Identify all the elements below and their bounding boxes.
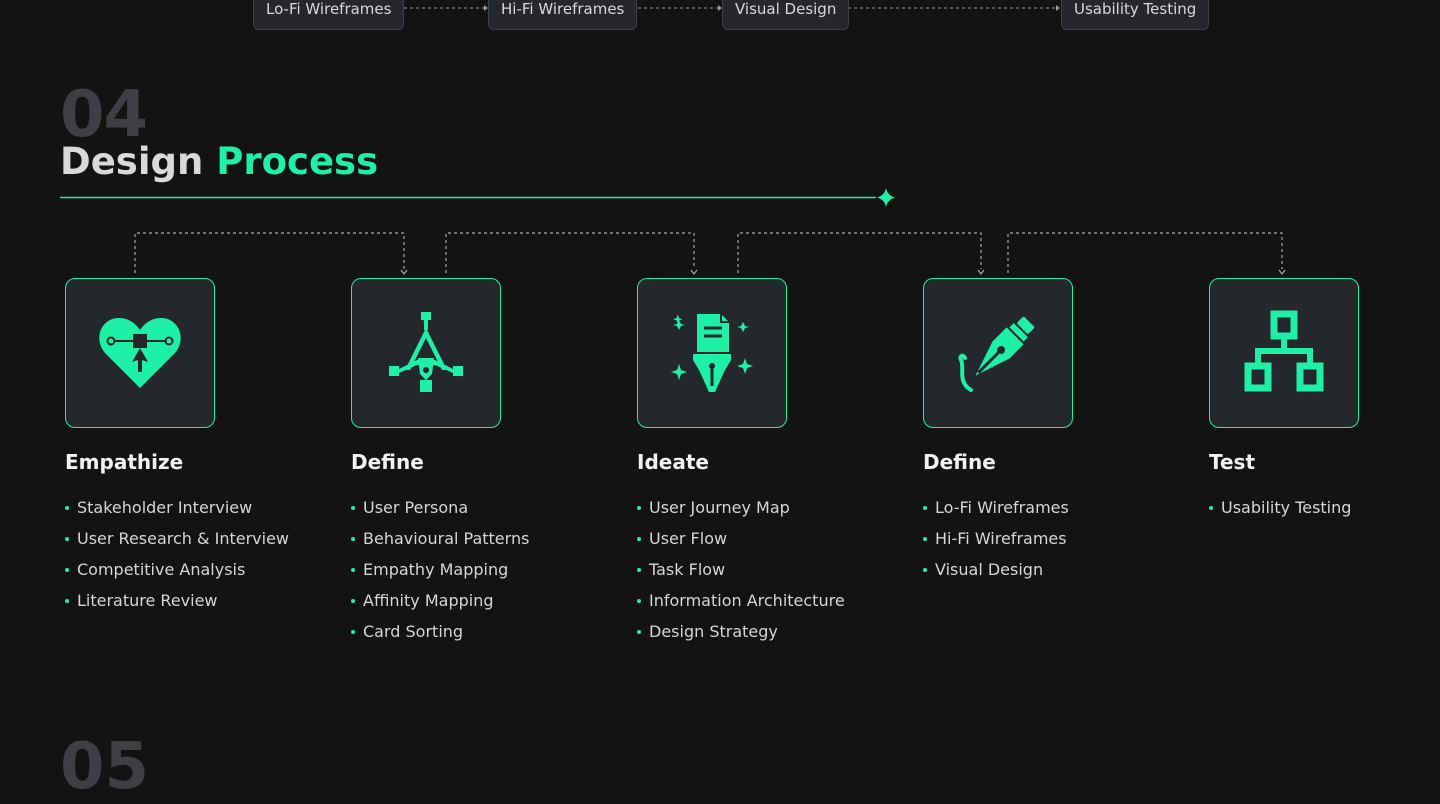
title-underline — [60, 188, 895, 207]
stage-list: Lo-Fi Wireframes Hi-Fi Wireframes Visual… — [923, 492, 1173, 585]
stage-list: User Journey Map User Flow Task Flow Inf… — [637, 492, 887, 647]
stage-title: Ideate — [637, 450, 709, 474]
list-item: Usability Testing — [1209, 492, 1440, 523]
top-flow-arrows — [404, 5, 1060, 11]
pen-tool-compass-icon — [389, 312, 463, 392]
stage-icon-box — [923, 278, 1073, 428]
list-item: User Research & Interview — [65, 523, 315, 554]
chip-visual-design: Visual Design — [722, 0, 850, 30]
stage-list: Usability Testing — [1209, 492, 1440, 523]
heart-vector-icon — [99, 318, 181, 388]
next-section-number: 05 — [60, 730, 150, 804]
list-item: User Journey Map — [637, 492, 887, 523]
chip-usability-testing: Usability Testing — [1061, 0, 1210, 30]
list-item: Card Sorting — [351, 616, 601, 647]
list-item: Behavioural Patterns — [351, 523, 601, 554]
top-flow: Lo-Fi Wireframes Hi-Fi Wireframes Visual… — [0, 0, 1440, 40]
list-item: Literature Review — [65, 585, 315, 616]
list-item: Information Architecture — [637, 585, 887, 616]
stage-define-2: Define Lo-Fi Wireframes Hi-Fi Wireframes… — [923, 278, 1173, 585]
list-item: Affinity Mapping — [351, 585, 601, 616]
stage-title: Define — [351, 450, 424, 474]
list-item: Competitive Analysis — [65, 554, 315, 585]
sitemap-icon — [1244, 310, 1324, 392]
stage-icon-box — [351, 278, 501, 428]
list-item: User Flow — [637, 523, 887, 554]
stage-icon-box — [65, 278, 215, 428]
stage-title: Define — [923, 450, 996, 474]
pen-nib-sparkle-icon — [671, 314, 753, 392]
list-item: Hi-Fi Wireframes — [923, 523, 1173, 554]
stage-icon-box — [1209, 278, 1359, 428]
chip-hifi-wireframes: Hi-Fi Wireframes — [488, 0, 638, 30]
stage-define-1: Define User Persona Behavioural Patterns… — [351, 278, 601, 647]
stage-connectors — [134, 232, 1286, 275]
sparkle-icon — [877, 188, 895, 207]
list-item: Visual Design — [923, 554, 1173, 585]
stage-list: Stakeholder Interview User Research & In… — [65, 492, 315, 616]
fountain-pen-icon — [958, 316, 1035, 392]
list-item: Design Strategy — [637, 616, 887, 647]
stage-ideate: Ideate User Journey Map User Flow Task F… — [637, 278, 887, 647]
list-item: Empathy Mapping — [351, 554, 601, 585]
stage-title: Empathize — [65, 450, 184, 474]
section-title-main: Design — [60, 140, 204, 183]
section-title: Design Process — [60, 140, 378, 183]
list-item: User Persona — [351, 492, 601, 523]
stage-test: Test Usability Testing — [1209, 278, 1440, 523]
stage-empathize: Empathize Stakeholder Interview User Res… — [65, 278, 315, 616]
list-item: Task Flow — [637, 554, 887, 585]
section-title-accent: Process — [216, 140, 379, 183]
stage-icon-box — [637, 278, 787, 428]
list-item: Lo-Fi Wireframes — [923, 492, 1173, 523]
stage-title: Test — [1209, 450, 1256, 474]
chip-lofi-wireframes: Lo-Fi Wireframes — [253, 0, 405, 30]
stage-list: User Persona Behavioural Patterns Empath… — [351, 492, 601, 647]
list-item: Stakeholder Interview — [65, 492, 315, 523]
